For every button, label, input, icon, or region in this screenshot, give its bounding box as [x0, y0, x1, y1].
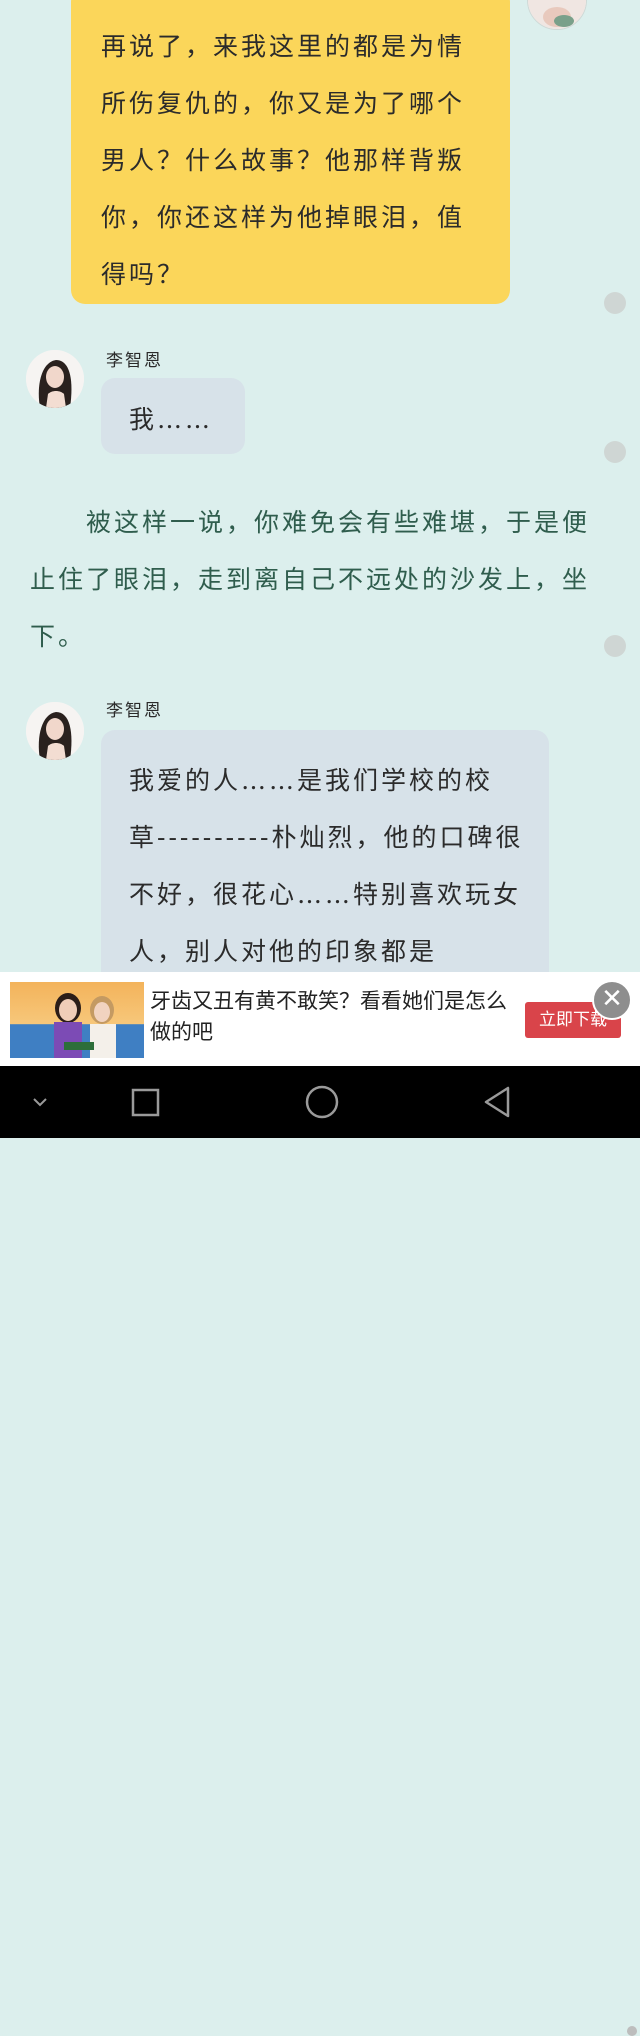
message-status-dot: [604, 292, 626, 314]
sender-name: 李智恩: [106, 701, 163, 721]
my-message-bubble[interactable]: 再说了，来我这里的都是为情所伤复仇的，你又是为了哪个男人？什么故事？他那样背叛你…: [71, 0, 510, 304]
collapse-icon[interactable]: [24, 1066, 56, 1138]
chat-area[interactable]: 再说了，来我这里的都是为情所伤复仇的，你又是为了哪个男人？什么故事？他那样背叛你…: [0, 0, 640, 972]
home-icon[interactable]: [303, 1066, 341, 1138]
ad-headline[interactable]: 牙齿又丑有黄不敢笑？看看她们是怎么做的吧: [150, 986, 510, 1048]
contact-message-text: 我……: [129, 405, 214, 434]
recent-apps-icon[interactable]: [128, 1066, 164, 1138]
my-message-text: 再说了，来我这里的都是为情所伤复仇的，你又是为了哪个男人？什么故事？他那样背叛你…: [101, 32, 466, 289]
message-status-dot: [604, 441, 626, 463]
sender-name: 李智恩: [106, 351, 163, 371]
my-avatar[interactable]: [527, 0, 587, 30]
contact-avatar[interactable]: [26, 350, 84, 408]
back-icon[interactable]: [480, 1066, 516, 1138]
ad-close-icon[interactable]: ✕: [592, 980, 632, 1020]
message-status-dot: [604, 635, 626, 657]
contact-message-text: 我爱的人……是我们学校的校草----------朴灿烈，他的口碑很不好，很花心……: [129, 766, 524, 966]
system-navigation-bar: [0, 1066, 640, 1138]
contact-message-bubble[interactable]: 我爱的人……是我们学校的校草----------朴灿烈，他的口碑很不好，很花心……: [101, 730, 549, 972]
ad-image[interactable]: [10, 982, 144, 1058]
contact-avatar[interactable]: [26, 702, 84, 760]
ad-banner[interactable]: 牙齿又丑有黄不敢笑？看看她们是怎么做的吧 立即下载: [0, 972, 640, 2036]
narration-text: 被这样一说，你难免会有些难堪，于是便止住了眼泪，走到离自己不远处的沙发上，坐下。: [30, 508, 591, 651]
ad-info-icon[interactable]: [627, 2026, 637, 2036]
contact-message-bubble[interactable]: 我……: [101, 378, 245, 454]
